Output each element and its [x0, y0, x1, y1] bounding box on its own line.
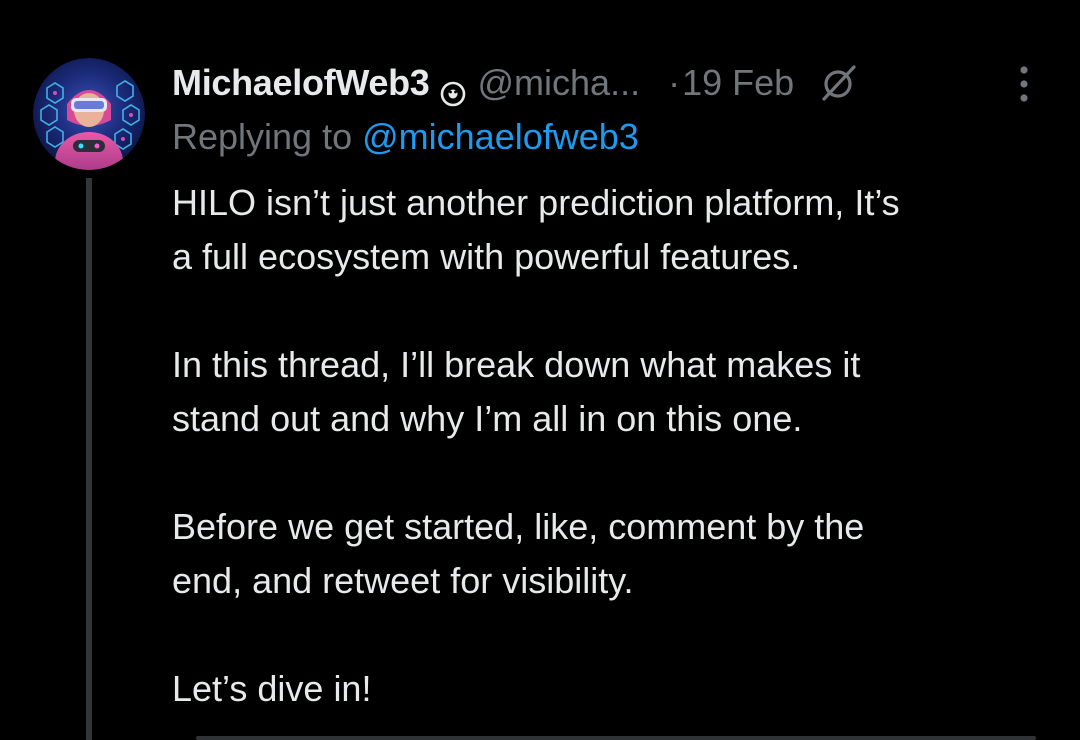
- more-options-icon[interactable]: [1004, 60, 1044, 108]
- bottom-divider: [196, 736, 1036, 740]
- avatar-image: [33, 58, 145, 170]
- header-separator: ·: [668, 62, 681, 103]
- verified-badge-icon: [440, 70, 466, 107]
- replying-to-mention-link[interactable]: @michaelofweb3: [362, 116, 639, 157]
- tweet-header: MichaelofWeb3 @micha... · 19 Feb: [172, 58, 860, 108]
- tweet-body-line: In this thread, I’ll break down what mak…: [172, 344, 861, 385]
- replying-to: Replying to @michaelofweb3: [172, 112, 639, 162]
- tweet-body-line: Before we get started, like, comment by …: [172, 506, 865, 547]
- author-display-name[interactable]: MichaelofWeb3: [172, 58, 430, 108]
- tweet-body-line: HILO isn’t just another prediction platf…: [172, 182, 900, 223]
- tweet-date[interactable]: 19 Feb: [682, 58, 794, 108]
- tweet-body-line: stand out and why I’m all in on this one…: [172, 398, 803, 439]
- tweet-body-line: a full ecosystem with powerful features.: [172, 236, 801, 277]
- tweet-body-line: end, and retweet for visibility.: [172, 560, 634, 601]
- replying-to-label: Replying to: [172, 116, 353, 157]
- tweet[interactable]: MichaelofWeb3 @micha... · 19 Feb Replyin…: [0, 0, 1080, 740]
- tweet-body: HILO isn’t just another prediction platf…: [172, 176, 1062, 716]
- author-handle[interactable]: @micha...: [478, 58, 641, 108]
- thread-connector-line: [86, 178, 92, 740]
- tweet-body-line: Let’s dive in!: [172, 668, 372, 709]
- grok-icon[interactable]: [816, 61, 860, 105]
- avatar[interactable]: [33, 58, 145, 170]
